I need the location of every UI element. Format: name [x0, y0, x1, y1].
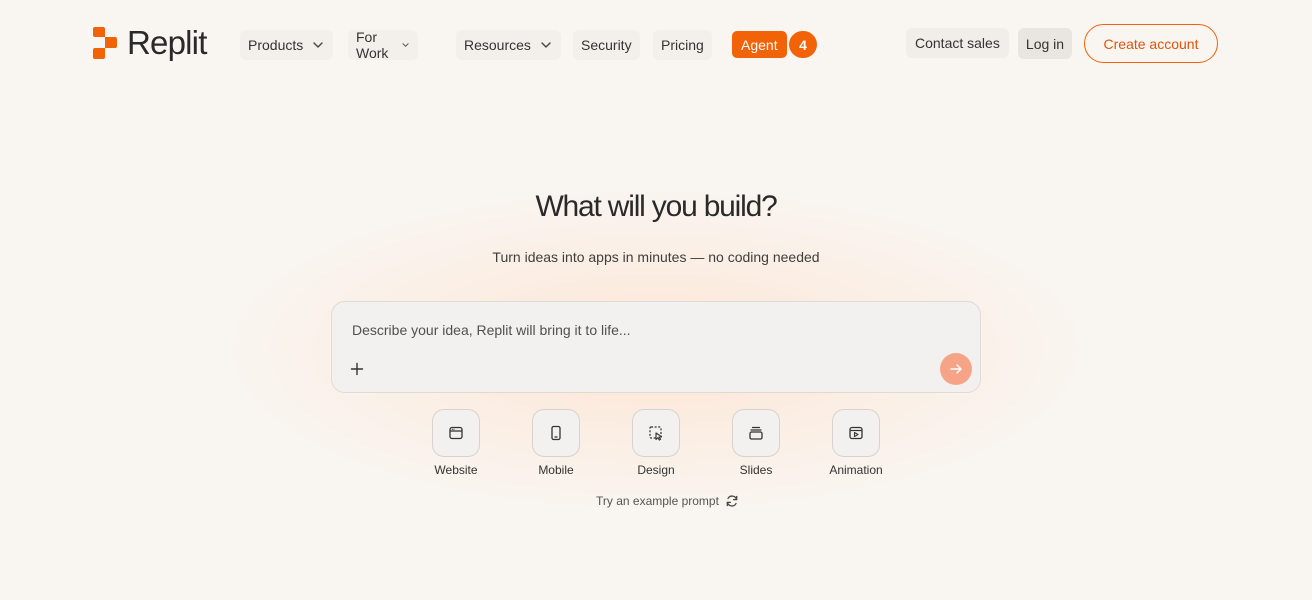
arrow-right-icon [950, 364, 962, 374]
send-button[interactable] [940, 353, 972, 385]
animation-play-icon [849, 426, 863, 440]
nav-label: Products [248, 37, 304, 53]
refresh-icon [726, 495, 738, 507]
site-header: Replit Products For Work Resources Secur… [0, 0, 1312, 88]
type-animation[interactable]: Animation [816, 409, 896, 477]
project-type-list: Website Mobile Design Slides Animation [0, 409, 1312, 479]
type-icon-button[interactable] [832, 409, 880, 457]
hero-subtitle: Turn ideas into apps in minutes — no cod… [492, 249, 820, 265]
slides-stack-icon [749, 426, 763, 440]
chevron-down-icon [402, 43, 409, 47]
agent-count-badge: 4 [789, 31, 817, 58]
nav-for-work[interactable]: For Work [348, 29, 419, 61]
nav-label: Security [581, 37, 632, 53]
attach-button[interactable] [346, 358, 368, 380]
nav-security[interactable]: Security [573, 30, 640, 60]
example-prompt-label: Try an example prompt [596, 494, 719, 508]
type-label: Mobile [538, 463, 574, 477]
type-mobile[interactable]: Mobile [516, 409, 596, 477]
type-slides[interactable]: Slides [716, 409, 796, 477]
nav-resources[interactable]: Resources [456, 30, 561, 60]
chevron-down-icon [313, 42, 323, 48]
type-icon-button[interactable] [732, 409, 780, 457]
prompt-input[interactable] [352, 318, 912, 342]
type-label: Slides [739, 463, 773, 477]
replit-logo-icon [93, 27, 117, 59]
design-cursor-icon [649, 426, 663, 441]
login-button[interactable]: Log in [1018, 28, 1072, 59]
agent-button[interactable]: Agent [732, 31, 787, 58]
type-website[interactable]: Website [416, 409, 496, 477]
replit-logo[interactable]: Replit [93, 24, 207, 62]
type-design[interactable]: Design [616, 409, 696, 477]
type-label: Website [434, 463, 478, 477]
prompt-box [331, 301, 981, 393]
type-label: Animation [829, 463, 883, 477]
type-icon-button[interactable] [632, 409, 680, 457]
chevron-down-icon [541, 42, 551, 48]
plus-icon [350, 362, 364, 376]
example-prompt-link[interactable]: Try an example prompt [596, 494, 739, 508]
type-label: Design [637, 463, 675, 477]
nav-label: Pricing [661, 37, 704, 53]
browser-window-icon [449, 426, 463, 440]
contact-sales-button[interactable]: Contact sales [906, 28, 1009, 58]
nav-label: For Work [356, 29, 389, 61]
type-icon-button[interactable] [532, 409, 580, 457]
nav-products[interactable]: Products [240, 30, 334, 60]
type-icon-button[interactable] [432, 409, 480, 457]
mobile-phone-icon [551, 425, 561, 441]
nav-pricing[interactable]: Pricing [653, 30, 712, 60]
logo-text: Replit [127, 24, 207, 61]
create-account-button[interactable]: Create account [1084, 24, 1218, 63]
nav-label: Resources [464, 37, 531, 53]
hero-title: What will you build? [535, 190, 777, 223]
